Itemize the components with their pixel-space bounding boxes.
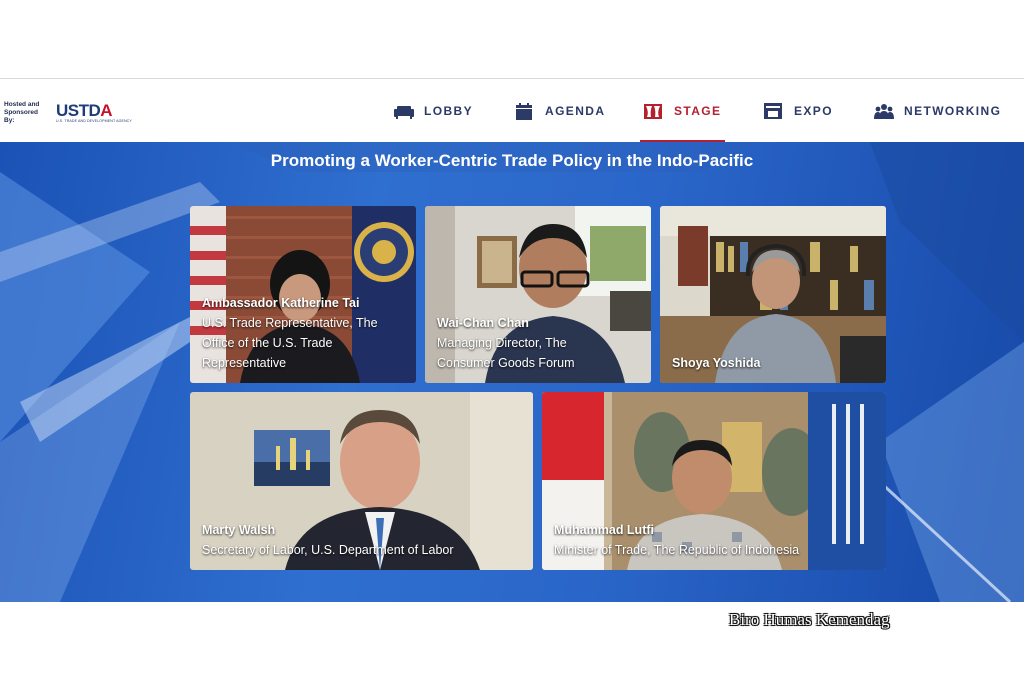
speaker-tile-shoya-yoshida[interactable]: Shoya Yoshida: [660, 206, 886, 383]
speaker-role-line: Representative: [202, 356, 287, 370]
speaker-role-line: Office of the U.S. Trade: [202, 336, 333, 350]
stage-icon: [644, 103, 662, 119]
speaker-role-line: U.S. Trade Representative, The: [202, 316, 378, 330]
speaker-role-line: Consumer Goods Forum: [437, 356, 575, 370]
speaker-name: Wai-Chan Chan: [437, 316, 529, 330]
speaker-caption: Muhammad Lutfi Minister of Trade, The Re…: [554, 520, 799, 560]
nav-stage-label: STAGE: [674, 104, 722, 118]
speaker-name: Marty Walsh: [202, 523, 276, 537]
nav-lobby[interactable]: LOBBY: [394, 79, 473, 143]
speaker-caption: Marty Walsh Secretary of Labor, U.S. Dep…: [202, 520, 454, 560]
sofa-icon: [394, 103, 414, 119]
logo-wordmark: USTDA: [56, 101, 113, 120]
booth-icon: [764, 103, 782, 119]
speaker-caption: Wai-Chan Chan Managing Director, The Con…: [437, 313, 575, 373]
top-nav-bar: Hosted and Sponsored By: USTDA U.S. TRAD…: [0, 78, 1024, 144]
speaker-tile-marty-walsh[interactable]: Marty Walsh Secretary of Labor, U.S. Dep…: [190, 392, 533, 570]
speaker-tile-muhammad-lutfi[interactable]: Muhammad Lutfi Minister of Trade, The Re…: [542, 392, 886, 570]
logo-subtext: U.S. TRADE AND DEVELOPMENT AGENCY: [56, 119, 132, 123]
speaker-name: Shoya Yoshida: [672, 356, 761, 370]
nav-expo[interactable]: EXPO: [764, 79, 833, 143]
speaker-caption: Ambassador Katherine Tai U.S. Trade Repr…: [202, 293, 378, 373]
nav-networking[interactable]: NETWORKING: [874, 79, 1001, 143]
speaker-name: Muhammad Lutfi: [554, 523, 654, 537]
nav-stage[interactable]: STAGE: [639, 79, 726, 144]
ustda-logo[interactable]: USTDA U.S. TRADE AND DEVELOPMENT AGENCY: [56, 101, 132, 123]
hosted-by-label: Hosted and Sponsored By:: [4, 101, 40, 124]
photo-credit: Biro Humas Kemendag: [729, 610, 890, 629]
speaker-caption: Shoya Yoshida: [672, 353, 760, 373]
speaker-role-line: Managing Director, The: [437, 336, 567, 350]
nav-lobby-label: LOBBY: [424, 104, 473, 118]
speaker-role-line: Secretary of Labor, U.S. Department of L…: [202, 543, 454, 557]
stage-area: Promoting a Worker-Centric Trade Policy …: [0, 142, 1024, 602]
nav-agenda-label: AGENDA: [545, 104, 606, 118]
nav-expo-label: EXPO: [794, 104, 833, 118]
sponsor-block: Hosted and Sponsored By: USTDA U.S. TRAD…: [4, 101, 132, 125]
session-title: Promoting a Worker-Centric Trade Policy …: [270, 151, 754, 170]
speaker-tile-katherine-tai[interactable]: Ambassador Katherine Tai U.S. Trade Repr…: [190, 206, 416, 383]
calendar-icon: [515, 103, 533, 120]
nav-agenda[interactable]: AGENDA: [515, 79, 605, 143]
speaker-role-line: Minister of Trade, The Republic of Indon…: [554, 543, 800, 557]
people-icon: [874, 103, 894, 119]
speaker-name: Ambassador Katherine Tai: [202, 296, 360, 310]
nav-networking-label: NETWORKING: [904, 104, 1002, 118]
speaker-tile-wai-chan-chan[interactable]: Wai-Chan Chan Managing Director, The Con…: [425, 206, 651, 383]
